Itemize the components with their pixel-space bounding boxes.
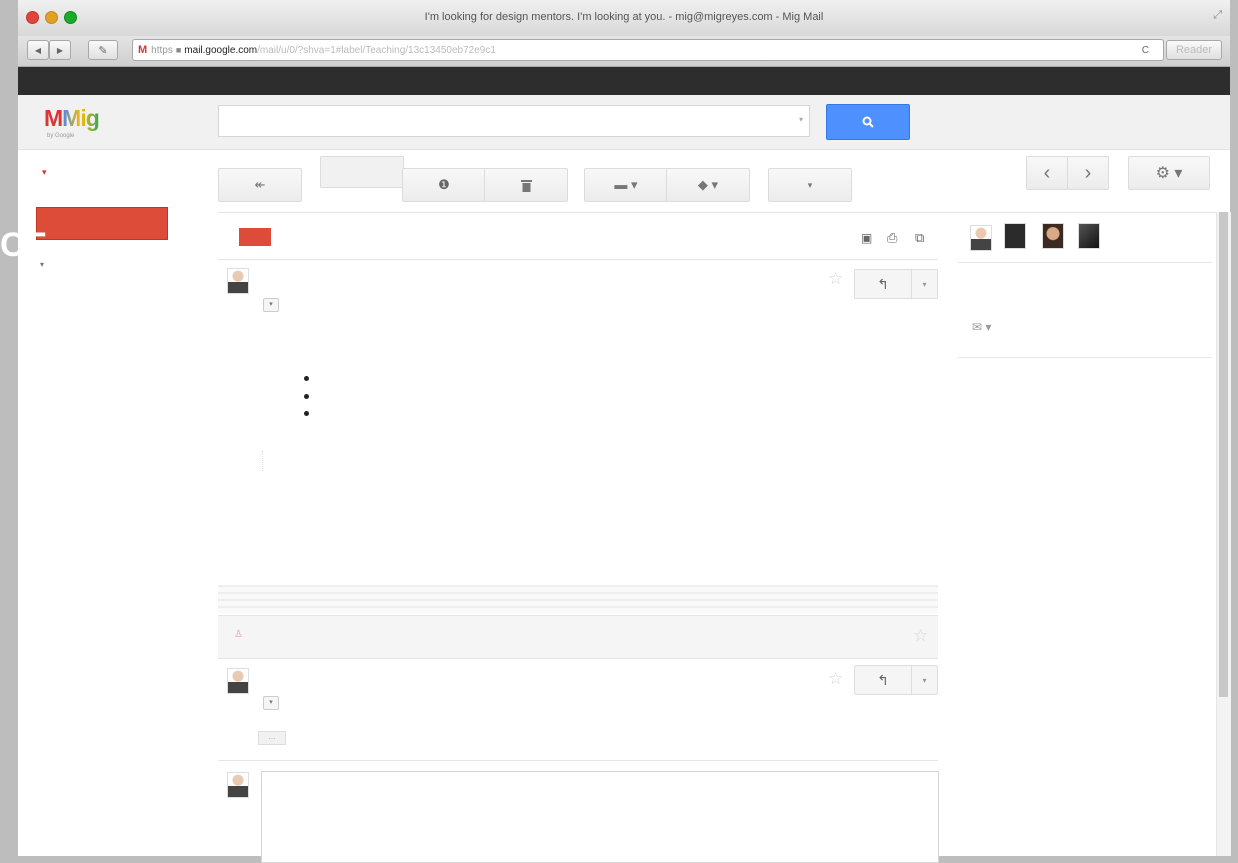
reader-label: Reader <box>1175 44 1213 56</box>
forward-button[interactable]: ▶ <box>49 40 71 60</box>
message-divider <box>218 760 938 761</box>
reply-icon: ↰ <box>877 671 889 688</box>
search-button[interactable] <box>826 104 910 140</box>
label-badge[interactable] <box>239 228 271 246</box>
compose-button[interactable] <box>36 207 168 240</box>
collapsed-messages-bar[interactable] <box>218 585 938 613</box>
chevron-down-icon: ▾ <box>269 301 273 308</box>
collapsed-message-row[interactable]: ♙ ☆ <box>218 615 938 659</box>
mig-mail-logo: MMig by Google <box>44 105 100 139</box>
gmail-header: MMig by Google ▾ <box>18 95 1230 150</box>
tag-icon: ◆ ▾ <box>697 177 719 192</box>
address-bar[interactable]: M https ■ mail.google.com /mail/u/0/?shv… <box>132 39 1164 61</box>
show-details-button[interactable]: ▾ <box>263 696 279 710</box>
sender-avatar[interactable] <box>227 668 249 694</box>
google-black-bar <box>18 67 1230 95</box>
chevron-down-icon: ▾ <box>269 699 273 706</box>
logo-m: M <box>44 105 63 131</box>
reply-button[interactable]: ↰ <box>855 270 912 298</box>
star-icon[interactable]: ☆ <box>913 626 928 646</box>
more-reply-options-button[interactable]: ▾ <box>912 666 937 694</box>
url-scheme: https <box>151 44 173 56</box>
url-domain: mail.google.com <box>184 44 258 56</box>
show-details-button[interactable]: ▾ <box>263 298 279 312</box>
new-window-icon[interactable]: ⧉ <box>915 230 924 246</box>
chevron-left-icon: ‹ <box>1043 161 1051 184</box>
participant-avatar[interactable] <box>1078 223 1100 249</box>
reply-button-group[interactable]: ↰ ▾ <box>854 269 938 299</box>
bullet-dot <box>304 394 309 399</box>
settings-wrench-button[interactable]: ✎ <box>88 40 118 60</box>
browser-toolbar: ◀ ▶ ✎ M https ■ mail.google.com /mail/u/… <box>18 36 1230 67</box>
more-actions-button[interactable]: ▾ <box>768 168 852 202</box>
show-trimmed-content-button[interactable]: ... <box>258 731 286 745</box>
expand-all-icon[interactable]: ▣ <box>861 231 872 245</box>
back-button[interactable]: ◀ <box>27 40 49 60</box>
person-icon: ♙ <box>234 629 243 640</box>
mail-menu-chevron-icon[interactable]: ▾ <box>42 167 47 178</box>
toolbar-divider <box>218 212 1230 213</box>
reader-button[interactable]: Reader <box>1166 40 1222 60</box>
print-icon[interactable]: ⎙ <box>887 230 897 246</box>
wrench-icon: ✎ <box>98 44 108 57</box>
bullet-dot <box>304 411 309 416</box>
reload-icon[interactable]: C <box>1142 45 1149 56</box>
forward-arrow-icon: ▶ <box>56 45 64 55</box>
fullscreen-icon[interactable]: ⤢ <box>1213 9 1222 22</box>
participant-avatar[interactable] <box>970 225 992 251</box>
logo-name: Mig <box>62 105 100 131</box>
thread-header-divider <box>218 259 938 260</box>
user-avatar <box>227 772 249 798</box>
search-input[interactable]: ▾ <box>218 105 810 137</box>
chevron-right-icon: › <box>1084 161 1092 184</box>
participant-avatar[interactable] <box>1004 223 1026 249</box>
gmail-page: MMig by Google ▾ ▾ ▾ ↞ ❶ ▬ ▾ ◆ ▾ ▾ ‹ › ⚙… <box>18 95 1231 863</box>
scrollbar-thumb[interactable] <box>1219 212 1228 697</box>
chevron-down-icon: ▾ <box>922 675 927 685</box>
star-icon[interactable]: ☆ <box>828 669 843 689</box>
labels-button[interactable]: ◆ ▾ <box>666 168 750 202</box>
window-titlebar: I'm looking for design mentors. I'm look… <box>18 0 1230 37</box>
favicon-gmail-icon: M <box>138 44 148 56</box>
people-divider <box>958 357 1212 358</box>
archive-button[interactable] <box>320 156 404 188</box>
older-conversation-button[interactable]: › <box>1067 156 1109 190</box>
chevron-down-icon: ▾ <box>807 179 813 190</box>
bullet-dot <box>304 376 309 381</box>
trash-icon <box>520 179 532 192</box>
reply-button[interactable]: ↰ <box>855 666 912 694</box>
report-spam-button[interactable]: ❶ <box>402 168 486 202</box>
url-path: /mail/u/0/?shva=1#label/Teaching/13c1345… <box>257 44 496 56</box>
search-icon <box>862 116 874 128</box>
spam-icon: ❶ <box>438 177 450 192</box>
participant-avatar[interactable] <box>1042 223 1064 249</box>
folder-icon: ▬ ▾ <box>614 177 638 192</box>
reply-button-group[interactable]: ↰ ▾ <box>854 665 938 695</box>
back-arrow-icon: ↞ <box>254 177 266 192</box>
chevron-down-icon: ▾ <box>922 279 927 289</box>
move-to-button[interactable]: ▬ ▾ <box>584 168 668 202</box>
newer-conversation-button[interactable]: ‹ <box>1026 156 1068 190</box>
back-to-label-button[interactable]: ↞ <box>218 168 302 202</box>
reply-icon: ↰ <box>877 275 889 292</box>
search-options-icon[interactable]: ▾ <box>799 115 803 124</box>
logo-subtitle: by Google <box>47 133 75 139</box>
sender-avatar[interactable] <box>227 268 249 294</box>
back-arrow-icon: ◀ <box>34 45 42 55</box>
text-cursor-mark <box>262 451 266 471</box>
lock-icon: ■ <box>175 45 182 55</box>
mail-icon[interactable]: ✉ ▾ <box>972 320 991 334</box>
window-title: I'm looking for design mentors. I'm look… <box>424 11 824 23</box>
scrollbar[interactable] <box>1216 212 1231 856</box>
settings-button[interactable]: ⚙ ▾ <box>1128 156 1210 190</box>
reply-box[interactable] <box>261 771 939 863</box>
people-divider <box>958 262 1212 263</box>
star-icon[interactable]: ☆ <box>828 269 843 289</box>
more-reply-options-button[interactable]: ▾ <box>912 270 937 298</box>
delete-button[interactable] <box>484 168 568 202</box>
overlay-text: CE <box>0 226 48 264</box>
gear-icon: ⚙ ▾ <box>1155 165 1183 182</box>
